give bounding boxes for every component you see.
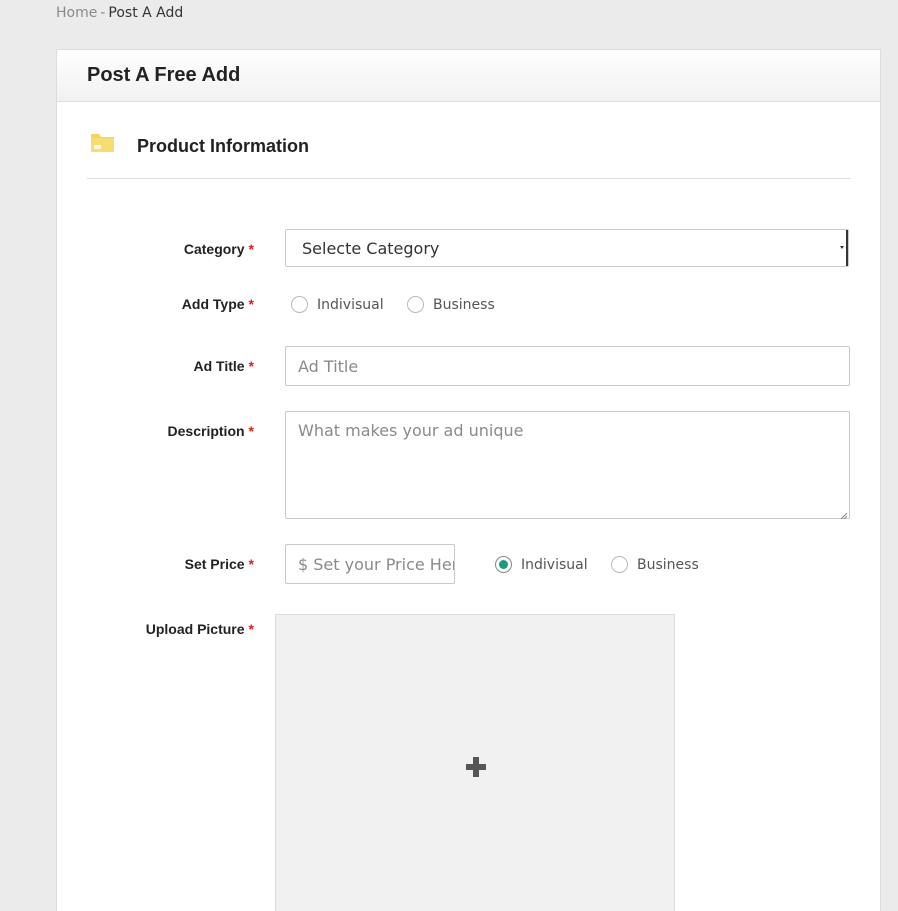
price-option-business[interactable]: Business (611, 556, 699, 573)
add-type-radio-business[interactable] (407, 296, 424, 313)
price-option-individual[interactable]: Indivisual (495, 556, 588, 573)
add-type-label-individual: Indivisual (317, 296, 384, 313)
breadcrumb: Home - Post A Add (56, 5, 183, 21)
upload-picture-label: Upload Picture * (145, 621, 254, 637)
category-selected-value: Selecte Category (302, 238, 440, 258)
add-type-option-individual[interactable]: Indivisual (291, 296, 384, 313)
category-select[interactable]: Selecte Category (285, 229, 849, 267)
price-input[interactable] (285, 544, 455, 584)
resize-handle-icon[interactable] (838, 507, 848, 520)
required-marker: * (248, 358, 254, 374)
set-price-label: Set Price * (184, 556, 254, 572)
price-radio-individual[interactable] (495, 556, 512, 573)
post-ad-panel: Post A Free Add Product Information Cate… (56, 49, 881, 911)
add-type-label-business: Business (433, 296, 495, 313)
required-marker: * (248, 423, 254, 439)
required-marker: * (248, 241, 254, 257)
required-marker: * (248, 621, 254, 637)
required-marker: * (248, 556, 254, 572)
chevron-down-icon (840, 230, 848, 266)
ad-title-input[interactable] (285, 346, 850, 386)
description-label: Description * (167, 423, 254, 439)
add-type-label: Add Type * (181, 296, 254, 312)
add-type-option-business[interactable]: Business (407, 296, 495, 313)
add-type-radio-individual[interactable] (291, 296, 308, 313)
price-label-business: Business (637, 556, 699, 573)
breadcrumb-home-link[interactable]: Home (56, 5, 97, 21)
description-textarea[interactable] (285, 411, 850, 519)
category-label: Category * (183, 241, 254, 257)
price-label-individual: Indivisual (521, 556, 588, 573)
section-header: Product Information (87, 130, 851, 179)
section-title: Product Information (137, 136, 309, 156)
upload-picture-dropzone[interactable] (275, 614, 675, 911)
page-title: Post A Free Add (87, 64, 241, 86)
panel-header: Post A Free Add (57, 50, 880, 102)
ad-title-label: Ad Title * (193, 358, 254, 374)
plus-icon[interactable] (465, 756, 487, 778)
breadcrumb-separator: - (100, 5, 106, 21)
breadcrumb-current: Post A Add (108, 5, 184, 21)
folder-icon (90, 132, 116, 154)
price-radio-business[interactable] (611, 556, 628, 573)
required-marker: * (248, 296, 254, 312)
